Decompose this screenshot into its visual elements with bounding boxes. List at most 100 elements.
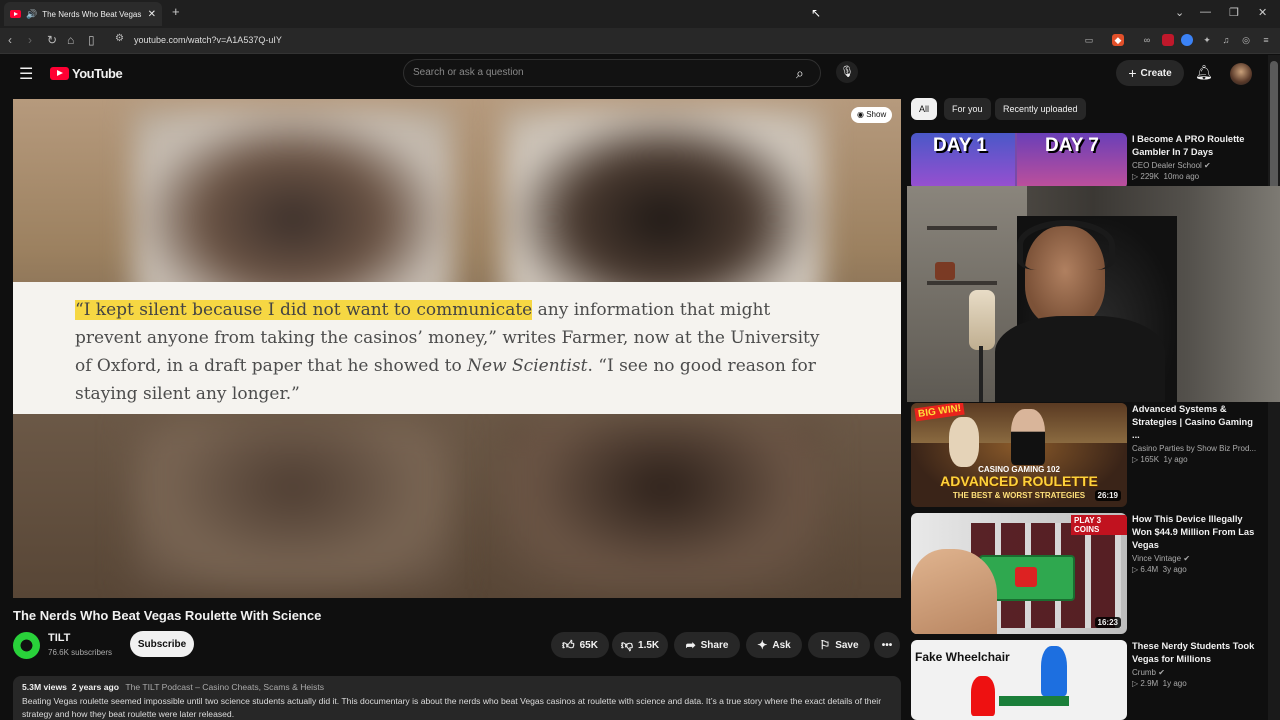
- person-shirt: [995, 316, 1165, 402]
- search-input[interactable]: [413, 67, 773, 78]
- recommendation-info: I Become A PRO Roulette Gambler In 7 Day…: [1132, 133, 1260, 181]
- forward-icon[interactable]: ›: [28, 33, 32, 47]
- video-duration: 26:19: [1094, 490, 1121, 501]
- recommendation-card[interactable]: BIG WIN! CASINO GAMING 102 ADVANCED ROUL…: [911, 403, 1263, 507]
- recommendation-title[interactable]: Advanced Systems & Strategies | Casino G…: [1132, 403, 1260, 442]
- microphone-icon[interactable]: 🎙: [836, 61, 858, 83]
- menu-icon[interactable]: ≡: [1260, 34, 1272, 46]
- extension-blue-icon[interactable]: [1181, 34, 1193, 46]
- back-icon[interactable]: ‹: [8, 33, 12, 47]
- tab-list-chevron-icon[interactable]: ⌄: [1175, 6, 1184, 19]
- play-small-icon: ▷: [1132, 679, 1139, 688]
- recommendation-channel[interactable]: Crumb ✔: [1132, 668, 1260, 677]
- brave-shield-icon[interactable]: ◆: [1112, 34, 1124, 46]
- thumbnail-badge: PLAY 3 COINS: [1071, 515, 1127, 535]
- minimize-icon[interactable]: —: [1200, 6, 1211, 18]
- dislike-button[interactable]: 👎︎ 1.5K: [612, 632, 668, 658]
- recommendation-card[interactable]: Fake Wheelchair These Nerdy Students Too…: [911, 640, 1263, 720]
- shelf-line: [927, 281, 997, 285]
- blurred-photo-bottom-right: [503, 419, 823, 589]
- recommendation-title[interactable]: These Nerdy Students Took Vegas for Mill…: [1132, 640, 1260, 666]
- recommendation-channel[interactable]: Vince Vintage ✔: [1132, 554, 1260, 563]
- upload-age: 2 years ago: [71, 682, 119, 692]
- tab-close-icon[interactable]: ✕: [148, 9, 156, 20]
- age-label: 1y ago: [1163, 455, 1188, 464]
- video-thumbnail[interactable]: DAY 1 DAY 7: [911, 133, 1127, 189]
- save-label: Save: [835, 639, 859, 651]
- thumbnail-hand: [911, 549, 997, 634]
- channel-avatar[interactable]: [13, 632, 40, 659]
- extension-icon[interactable]: ∞: [1141, 34, 1153, 46]
- window-close-icon[interactable]: ✕: [1258, 6, 1267, 19]
- share-button[interactable]: ➦ Share: [674, 632, 740, 658]
- description-box[interactable]: 5.3M views 2 years ago The TILT Podcast …: [13, 676, 901, 720]
- save-button[interactable]: ⚐ Save: [808, 632, 870, 658]
- more-actions-button[interactable]: •••: [874, 632, 900, 658]
- new-tab-icon[interactable]: +: [172, 4, 180, 19]
- recommendation-meta: ▷ 165K 1y ago: [1132, 455, 1260, 464]
- video-thumbnail[interactable]: BIG WIN! CASINO GAMING 102 ADVANCED ROUL…: [911, 403, 1127, 507]
- extension-red-icon[interactable]: [1162, 34, 1174, 46]
- ask-button[interactable]: ✦ Ask: [746, 632, 802, 658]
- mic-arm: [979, 346, 983, 402]
- playlist-link[interactable]: The TILT Podcast – Casino Cheats, Scams …: [125, 682, 324, 692]
- recommendation-card[interactable]: DAY 1 DAY 7 I Become A PRO Roulette Gamb…: [911, 133, 1263, 189]
- browser-tab[interactable]: 🔊 The Nerds Who Beat Vegas R ✕: [4, 2, 162, 26]
- recommendation-channel[interactable]: CEO Dealer School ✔: [1132, 161, 1260, 170]
- quote-highlight: “I kept silent because I did not want to…: [75, 300, 533, 320]
- maximize-icon[interactable]: ❐: [1229, 6, 1239, 19]
- channel-label: Vince Vintage: [1132, 554, 1182, 563]
- puzzle-icon[interactable]: ✦: [1201, 34, 1213, 46]
- wallet-icon[interactable]: ◎: [1240, 34, 1252, 46]
- recommendation-info: Advanced Systems & Strategies | Casino G…: [1132, 403, 1260, 464]
- youtube-header: ☰ YouTube ⌕ 🎙 + Create 🔔︎: [0, 55, 1268, 93]
- chip-recently-uploaded[interactable]: Recently uploaded: [995, 98, 1086, 120]
- show-button[interactable]: ◉ Show: [851, 107, 893, 123]
- create-button[interactable]: + Create: [1116, 60, 1184, 86]
- youtube-favicon-icon: [10, 10, 21, 18]
- video-thumbnail[interactable]: Fake Wheelchair: [911, 640, 1127, 720]
- chip-for-you[interactable]: For you: [944, 98, 991, 120]
- channel-label: Casino Parties by Show Biz Prod...: [1132, 444, 1257, 453]
- music-icon[interactable]: ♫: [1220, 34, 1232, 46]
- site-settings-icon[interactable]: ⚙: [115, 33, 124, 44]
- recommendation-meta: ▷ 229K 10mo ago: [1132, 172, 1260, 181]
- view-count: 5.3M views: [22, 682, 67, 692]
- headphones: [1017, 220, 1115, 270]
- more-horizontal-icon: •••: [881, 639, 893, 651]
- address-bar-url[interactable]: youtube.com/watch?v=A1A537Q-uIY: [134, 35, 282, 45]
- recommendation-card[interactable]: PLAY 3 COINS 16:23 How This Device Illeg…: [911, 513, 1263, 634]
- bookmark-icon[interactable]: ▯: [88, 33, 95, 47]
- thumbnail-line2: ADVANCED ROULETTE: [940, 473, 1098, 489]
- video-player[interactable]: “I kept silent because I did not want to…: [13, 99, 901, 598]
- thumbs-down-icon: 👎︎: [620, 637, 634, 652]
- cast-icon[interactable]: ▭: [1083, 34, 1095, 46]
- home-icon[interactable]: ⌂: [67, 33, 74, 47]
- like-button[interactable]: 👍︎ 65K: [551, 632, 609, 658]
- eye-icon: ◉: [857, 110, 864, 119]
- channel-name[interactable]: TILT: [48, 632, 70, 644]
- age-label: 1y ago: [1162, 679, 1187, 688]
- recommendation-title[interactable]: I Become A PRO Roulette Gambler In 7 Day…: [1132, 133, 1260, 159]
- thumbnail-text-right: DAY 7: [1045, 135, 1099, 156]
- subscribe-button[interactable]: Subscribe: [130, 631, 194, 657]
- scrollbar-thumb[interactable]: [1270, 61, 1278, 197]
- youtube-logo[interactable]: YouTube: [50, 66, 123, 81]
- mouse-cursor-icon: ↖: [811, 6, 822, 20]
- recommendation-channel[interactable]: Casino Parties by Show Biz Prod...: [1132, 444, 1260, 453]
- recommendation-info: These Nerdy Students Took Vegas for Mill…: [1132, 640, 1260, 688]
- chip-all[interactable]: All: [911, 98, 938, 120]
- thumbnail-figure-red: [971, 676, 995, 716]
- search-icon[interactable]: ⌕: [796, 65, 804, 82]
- shelf-line: [927, 226, 997, 230]
- blurred-photo-right: [503, 109, 823, 309]
- bookmark-save-icon: ⚐: [819, 638, 831, 652]
- play-small-icon: ▷: [1132, 172, 1139, 181]
- account-avatar[interactable]: [1230, 63, 1252, 85]
- view-label: 229K: [1140, 172, 1160, 181]
- video-thumbnail[interactable]: PLAY 3 COINS 16:23: [911, 513, 1127, 634]
- notifications-bell-icon[interactable]: 🔔︎: [1195, 64, 1213, 81]
- reload-icon[interactable]: ↻: [47, 33, 57, 47]
- hamburger-menu-icon[interactable]: ☰: [19, 64, 33, 84]
- recommendation-title[interactable]: How This Device Illegally Won $44.9 Mill…: [1132, 513, 1260, 552]
